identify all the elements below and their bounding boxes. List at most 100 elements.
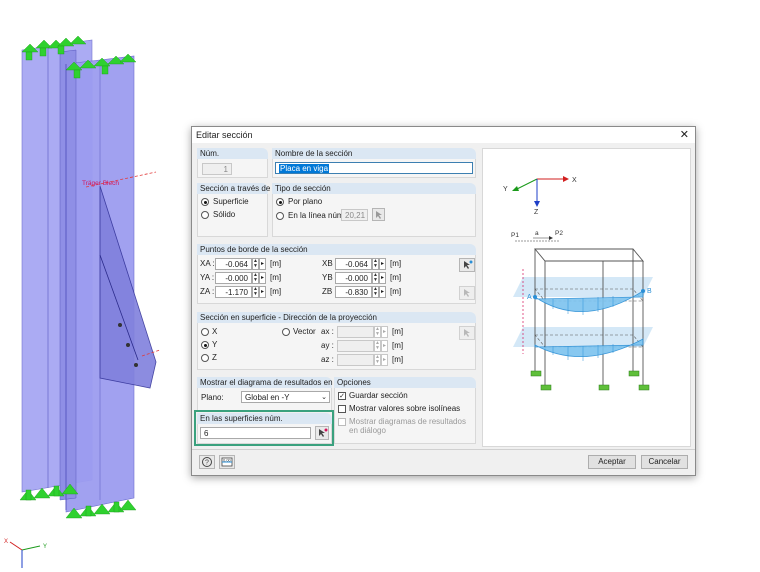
section-preview-drawing: Y X Z P1 a P2 A B <box>503 176 653 391</box>
axis-triad <box>9 541 41 568</box>
az-input <box>337 354 374 366</box>
radio-proj-y[interactable] <box>201 341 209 349</box>
options-group: Opciones ✓ Guardar sección Mostrar valor… <box>334 377 476 444</box>
pick-cursor-icon <box>376 211 382 219</box>
radio-proj-y-label: Y <box>212 340 218 349</box>
pick-vector-icon <box>464 329 470 337</box>
flange-surface <box>59 49 77 501</box>
preview-z-label: Z <box>534 209 539 216</box>
pick-points-icon <box>464 260 473 269</box>
save-section-checkbox[interactable]: ✓ <box>338 392 346 400</box>
pick-line-button[interactable] <box>372 208 385 221</box>
xb-arrow[interactable]: ▸ <box>379 258 386 270</box>
radio-surface[interactable] <box>201 198 209 206</box>
cancel-button[interactable]: Cancelar <box>641 455 688 469</box>
edit-section-dialog: Editar sección ✕ Núm. 1 Nombre de la sec… <box>191 126 696 476</box>
boundary-points-label: Puntos de borde de la sección <box>197 244 476 255</box>
radio-on-line[interactable] <box>276 212 284 220</box>
plane-select[interactable]: Global en -Y ⌄ <box>241 391 330 403</box>
plane-select-value: Global en -Y <box>245 393 290 402</box>
radio-surface-label: Superficie <box>213 197 249 206</box>
pick-cursor-disabled-icon <box>464 289 470 297</box>
preview-point-b: B <box>647 288 652 295</box>
pick-vector-button[interactable] <box>459 326 475 340</box>
zb-arrow[interactable]: ▸ <box>379 286 386 298</box>
name-label: Nombre de la sección <box>272 148 476 159</box>
member-label: Träger Blech <box>82 180 119 187</box>
section-name-input[interactable]: Placa en viga <box>275 162 473 174</box>
xa-arrow[interactable]: ▸ <box>259 258 266 270</box>
ay-unit: [m] <box>392 341 404 350</box>
projection-group: Sección en superficie - Dirección de la … <box>197 312 476 370</box>
preview-p1-label: P1 <box>511 232 519 239</box>
xb-spinner[interactable]: ▲ ▼ <box>372 258 379 270</box>
section-name-text: Placa en viga <box>279 164 330 173</box>
section-through-group: Sección a través de Superficie Sólido <box>197 183 270 237</box>
units-button[interactable]: 0.00 <box>219 455 235 469</box>
radio-proj-vector[interactable] <box>282 328 290 336</box>
pick-points-button[interactable] <box>459 258 475 272</box>
zb-unit: [m] <box>390 287 402 296</box>
ya-spinner[interactable]: ▲ ▼ <box>252 272 259 284</box>
ya-label: YA : <box>200 273 215 282</box>
yb-spinner[interactable]: ▲ ▼ <box>372 272 379 284</box>
save-section-label: Guardar sección <box>349 391 408 400</box>
az-label: az : <box>321 355 334 364</box>
ay-label: ay : <box>321 341 334 350</box>
xa-spinner[interactable]: ▲ ▼ <box>252 258 259 270</box>
za-unit: [m] <box>270 287 282 296</box>
show-isolines-checkbox[interactable] <box>338 405 346 413</box>
xa-label: XA : <box>200 259 215 268</box>
ax-label: ax : <box>321 327 334 336</box>
za-input[interactable]: -1.170 <box>215 286 252 298</box>
accept-button[interactable]: Aceptar <box>588 455 636 469</box>
xb-unit: [m] <box>390 259 402 268</box>
ax-input <box>337 326 374 338</box>
xa-input[interactable]: -0.064 <box>215 258 252 270</box>
ya-arrow[interactable]: ▸ <box>259 272 266 284</box>
radio-proj-z[interactable] <box>201 354 209 362</box>
radio-by-plane-label: Por plano <box>288 197 323 206</box>
ax-arrow: ▸ <box>381 326 388 338</box>
pick-points-disabled-button[interactable] <box>459 286 475 300</box>
ay-arrow: ▸ <box>381 340 388 352</box>
ay-spinner: ▲ ▼ <box>374 340 381 352</box>
zb-input[interactable]: -0.830 <box>335 286 372 298</box>
ax-spinner: ▲ ▼ <box>374 326 381 338</box>
section-type-label: Tipo de sección <box>272 183 476 194</box>
za-spinner[interactable]: ▲ ▼ <box>252 286 259 298</box>
axis-y-label: Y <box>43 544 47 550</box>
preview-a-label: a <box>535 230 539 237</box>
ay-input <box>337 340 374 352</box>
xa-unit: [m] <box>270 259 282 268</box>
options-label: Opciones <box>334 377 476 388</box>
preview-x-label: X <box>572 177 577 184</box>
num-label: Núm. <box>197 148 268 159</box>
help-button[interactable]: ? <box>199 455 215 469</box>
za-label: ZA : <box>200 287 215 296</box>
section-type-group: Tipo de sección Por plano En la línea nú… <box>272 183 476 237</box>
num-field: 1 <box>202 163 232 175</box>
radio-proj-x[interactable] <box>201 328 209 336</box>
za-arrow[interactable]: ▸ <box>259 286 266 298</box>
line-number-field: 20,21 <box>341 209 368 221</box>
boundary-points-group: Puntos de borde de la sección XA : -0.06… <box>197 244 476 304</box>
radio-on-line-label: En la línea núm.: <box>288 211 349 220</box>
ya-input[interactable]: -0.000 <box>215 272 252 284</box>
radio-solid-label: Sólido <box>213 210 236 219</box>
az-spinner: ▲ ▼ <box>374 354 381 366</box>
results-diagram-group: Mostrar el diagrama de resultados en Pla… <box>197 377 333 411</box>
yb-input[interactable]: -0.000 <box>335 272 372 284</box>
close-icon[interactable]: ✕ <box>680 128 689 141</box>
units-icon: 0.00 <box>221 458 233 467</box>
zb-spinner[interactable]: ▲ ▼ <box>372 286 379 298</box>
plane-label: Plano: <box>201 393 224 402</box>
dialog-titlebar[interactable]: Editar sección ✕ <box>192 127 695 143</box>
preview-y-label: Y <box>503 186 508 193</box>
yb-unit: [m] <box>390 273 402 282</box>
radio-by-plane[interactable] <box>276 198 284 206</box>
yb-arrow[interactable]: ▸ <box>379 272 386 284</box>
radio-solid[interactable] <box>201 211 209 219</box>
xb-input[interactable]: -0.064 <box>335 258 372 270</box>
chevron-down-icon: ⌄ <box>321 394 327 401</box>
